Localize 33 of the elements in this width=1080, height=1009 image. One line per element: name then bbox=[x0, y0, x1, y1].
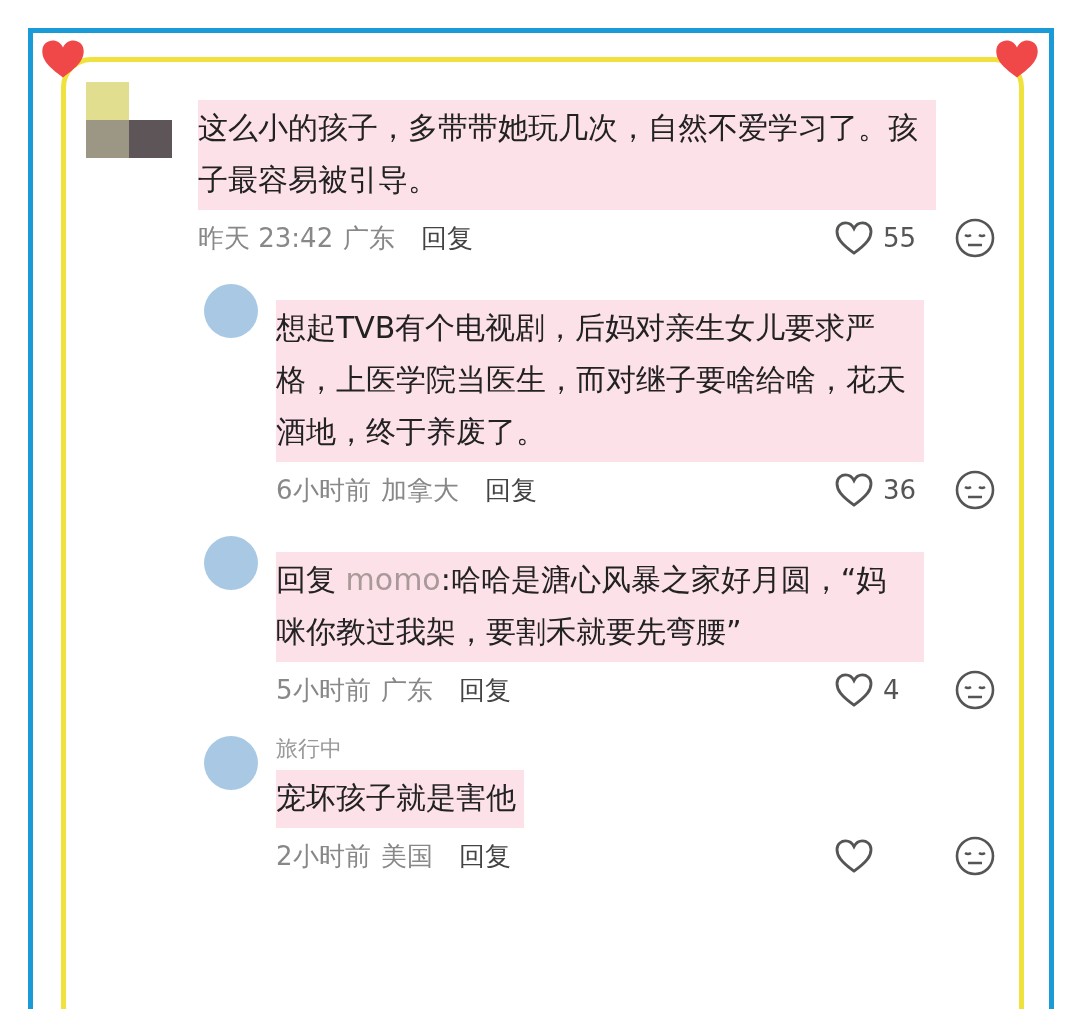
neutral-face-icon[interactable] bbox=[955, 218, 995, 258]
comment-text: 宠坏孩子就是害他 bbox=[276, 770, 524, 828]
reply-button[interactable]: 回复 bbox=[458, 838, 511, 874]
heart-icon bbox=[835, 839, 873, 873]
avatar bbox=[204, 736, 258, 790]
comment-time: 5小时前 bbox=[276, 673, 371, 707]
like-count: 4 bbox=[883, 675, 900, 705]
reply-button[interactable]: 回复 bbox=[484, 472, 537, 508]
neutral-face-icon[interactable] bbox=[955, 836, 995, 876]
heart-icon bbox=[835, 673, 873, 707]
reply-button[interactable]: 回复 bbox=[421, 220, 474, 256]
comment-location: 广东 bbox=[343, 221, 396, 255]
comment-location: 广东 bbox=[380, 673, 433, 707]
heart-icon bbox=[835, 221, 873, 255]
comment-time: 2小时前 bbox=[276, 839, 371, 873]
comment-location: 美国 bbox=[380, 839, 433, 873]
avatar bbox=[204, 284, 258, 338]
heart-icon bbox=[994, 38, 1040, 80]
heart-icon bbox=[835, 473, 873, 507]
comment-text: 想起TVB有个电视剧，后妈对亲生女儿要求严格，上医学院当医生，而对继子要啥给啥，花天酒地，终于养废了。 bbox=[276, 300, 924, 462]
avatar bbox=[204, 536, 258, 590]
neutral-face-icon[interactable] bbox=[955, 470, 995, 510]
like-count: 36 bbox=[883, 475, 917, 505]
like-count: 55 bbox=[883, 223, 917, 253]
comment-text: 这么小的孩子，多带带她玩几次，自然不爱学习了。孩子最容易被引导。 bbox=[198, 100, 936, 210]
comment-time: 6小时前 bbox=[276, 473, 371, 507]
heart-icon bbox=[40, 38, 86, 80]
reply-button[interactable]: 回复 bbox=[458, 672, 511, 708]
comment-time: 昨天 23:42 bbox=[198, 221, 334, 255]
comment-location: 加拿大 bbox=[380, 473, 459, 507]
username: 旅行中 bbox=[276, 735, 343, 763]
comment-text: 回复 momo:哈哈是溏心风暴之家好月圆，“妈咪你教过我架，要割禾就要先弯腰” bbox=[276, 552, 924, 662]
neutral-face-icon[interactable] bbox=[955, 670, 995, 710]
